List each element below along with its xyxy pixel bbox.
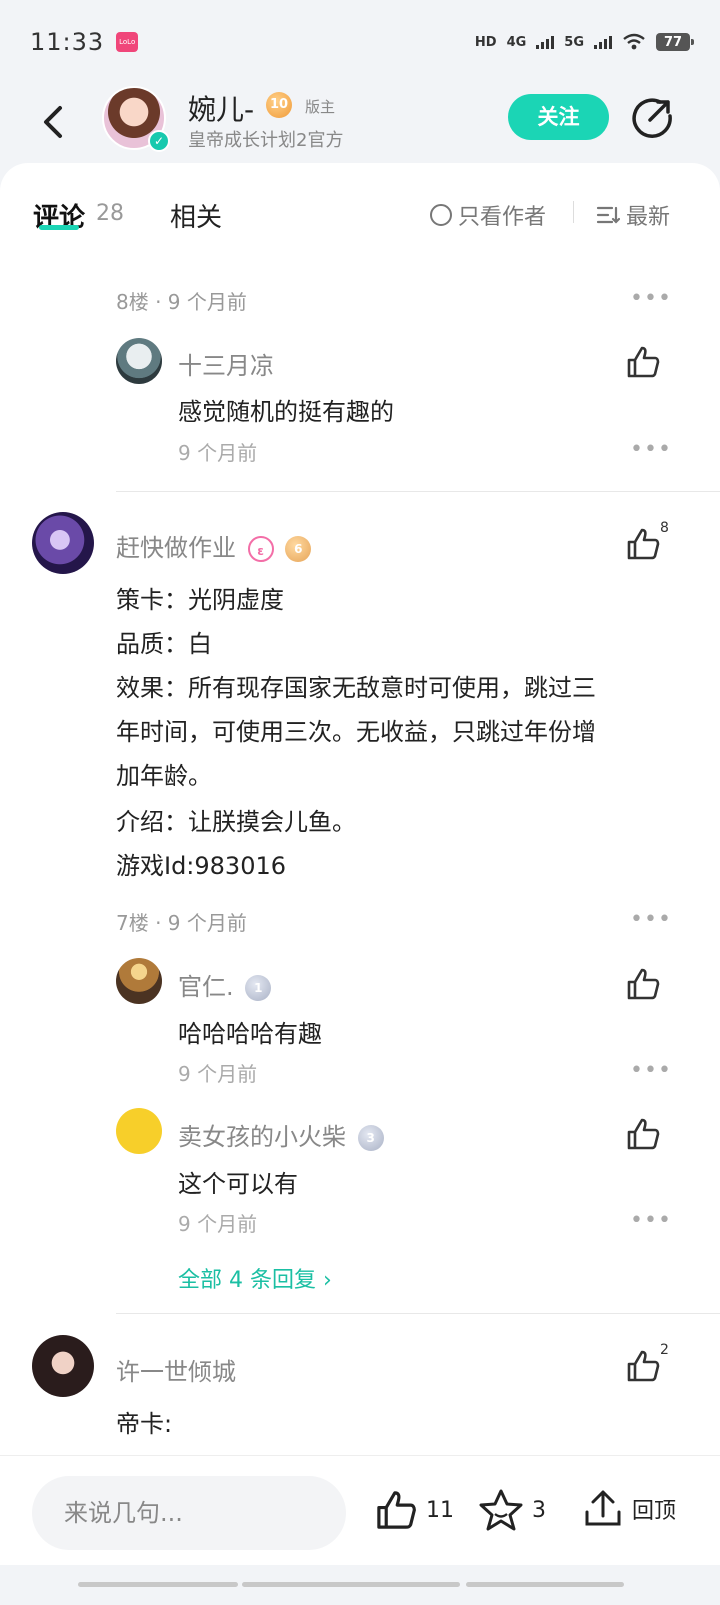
comment-line: 帝卡:: [116, 1410, 173, 1438]
reply-time: 9 个月前: [178, 1212, 258, 1236]
radio-icon: [430, 204, 452, 226]
reply-author-row: 官仁. 1: [178, 967, 272, 1002]
share-button[interactable]: [630, 96, 674, 140]
reply-author[interactable]: 十三月凉: [178, 346, 274, 381]
reply-time: 9 个月前: [178, 1062, 258, 1086]
active-tab-indicator: [39, 225, 79, 230]
hd-indicator: HD: [474, 34, 497, 50]
post-header: ✓ 婉儿- 10 版主 皇帝成长计划2官方 关注: [0, 84, 720, 170]
back-button[interactable]: [36, 102, 72, 142]
author-only-toggle[interactable]: 只看作者: [430, 199, 546, 231]
reply-avatar[interactable]: [116, 1108, 162, 1154]
sort-icon: [596, 206, 620, 224]
author-level-badge: 10: [266, 92, 292, 118]
nav-indicator: [466, 1582, 624, 1587]
commenter-avatar[interactable]: [32, 1335, 94, 1397]
reply-avatar[interactable]: [116, 338, 162, 384]
like-count: 2: [660, 1342, 669, 1358]
status-icons: HD 4G 5G 77: [474, 33, 694, 51]
tab-related[interactable]: 相关: [170, 197, 222, 234]
nav-indicator: [242, 1582, 460, 1587]
signal-4g-icon: [536, 35, 555, 49]
member-badge-icon: ε: [247, 536, 274, 562]
moderator-tag: 版主: [305, 98, 336, 116]
clock: 11:33: [30, 28, 105, 56]
thumbs-up-icon[interactable]: [625, 1348, 661, 1384]
author-name[interactable]: 婉儿-: [188, 88, 254, 128]
favorite-button[interactable]: 3: [478, 1488, 546, 1532]
like-post-button[interactable]: 11: [374, 1488, 454, 1532]
thumbs-up-icon: [377, 1491, 416, 1529]
back-to-top-button[interactable]: 回顶: [582, 1488, 676, 1530]
commenter-name-row: 赶快做作业 ε 6: [116, 528, 312, 563]
battery-icon: 77: [656, 33, 694, 51]
level-badge: 3: [357, 1125, 384, 1151]
comment-line: 品质：白: [116, 630, 212, 658]
level-badge: 6: [285, 536, 312, 562]
reply-author[interactable]: 官仁.: [178, 973, 234, 1001]
thumbs-up-icon[interactable]: [625, 344, 661, 380]
wifi-icon: [623, 33, 645, 50]
nav-indicator: [78, 1582, 238, 1587]
more-options-icon[interactable]: •••: [630, 1208, 672, 1233]
comment-tabs: 评论 28 相关 只看作者 最新: [0, 163, 720, 263]
net-5g-label: 5G: [564, 34, 584, 50]
more-options-icon[interactable]: •••: [630, 1058, 672, 1083]
comment-line: 加年龄。: [116, 762, 212, 790]
reply-text: 感觉随机的挺有趣的: [178, 398, 394, 426]
comment-line: 游戏Id:983016: [116, 852, 287, 880]
comment-count: 28: [96, 201, 124, 226]
back-to-top-label: 回顶: [632, 1499, 677, 1524]
more-options-icon[interactable]: •••: [630, 907, 672, 932]
sort-label: 最新: [626, 205, 671, 230]
sort-button[interactable]: 最新: [596, 199, 670, 231]
author-avatar[interactable]: ✓: [102, 86, 170, 152]
comment-line: 介绍：让朕摸会儿鱼。: [116, 808, 356, 836]
floor-meta: 7楼 · 9 个月前: [116, 911, 247, 935]
comment-line: 策卡：光阴虚度: [116, 586, 284, 614]
reply-avatar[interactable]: [116, 958, 162, 1004]
more-options-icon[interactable]: •••: [630, 437, 672, 462]
favorite-count: 3: [532, 1497, 546, 1523]
post-like-count: 11: [426, 1497, 454, 1523]
thumbs-up-icon[interactable]: [625, 966, 661, 1002]
more-options-icon[interactable]: •••: [630, 286, 672, 311]
star-icon: [479, 1489, 523, 1531]
commenter-avatar[interactable]: [32, 512, 94, 574]
author-description: 皇帝成长计划2官方: [188, 130, 344, 151]
reply-time: 9 个月前: [178, 441, 258, 465]
comment-line: 效果：所有现存国家无敌意时可使用，跳过三: [116, 674, 596, 702]
divider: [116, 1313, 720, 1314]
reply-author-row: 卖女孩的小火柴 3: [178, 1117, 384, 1152]
comment-line: 年时间，可使用三次。无收益，只跳过年份增: [116, 718, 596, 746]
level-badge: 1: [245, 975, 272, 1001]
verified-icon: ✓: [148, 130, 170, 152]
thumbs-up-icon[interactable]: [625, 526, 661, 562]
follow-button[interactable]: 关注: [508, 94, 609, 140]
divider: [573, 201, 574, 223]
commenter-name[interactable]: 许一世倾城: [116, 1352, 236, 1387]
app-notification-icon: LoLo: [116, 32, 139, 52]
bottom-action-bar: 来说几句... 11 3 回顶: [0, 1455, 720, 1565]
divider: [116, 491, 720, 492]
reply-text: 这个可以有: [178, 1170, 298, 1198]
thumbs-up-icon[interactable]: [625, 1116, 661, 1152]
reply-text: 哈哈哈哈有趣: [178, 1020, 322, 1048]
floor-meta: 8楼 · 9 个月前: [116, 290, 247, 314]
signal-5g-icon: [594, 35, 612, 49]
status-bar: 11:33 LoLo HD 4G 5G 77: [0, 0, 720, 84]
view-all-replies-link[interactable]: 全部 4 条回复 ›: [178, 1262, 332, 1294]
reply-author[interactable]: 卖女孩的小火柴: [178, 1123, 346, 1151]
upload-arrow-icon: [585, 1490, 621, 1526]
net-4g-label: 4G: [506, 34, 527, 50]
like-count: 8: [660, 520, 669, 536]
commenter-name[interactable]: 赶快做作业: [116, 534, 236, 562]
author-only-label: 只看作者: [458, 205, 547, 230]
comment-input[interactable]: 来说几句...: [32, 1476, 346, 1550]
